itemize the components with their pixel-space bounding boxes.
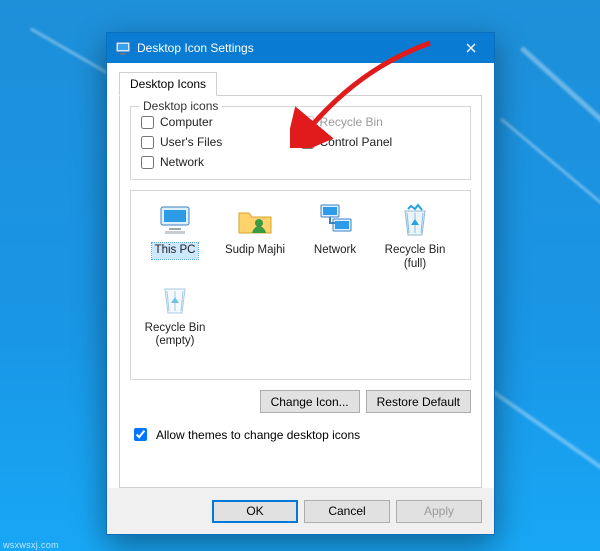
cancel-button[interactable]: Cancel [304, 500, 390, 523]
icon-buttons-row: Change Icon... Restore Default [130, 390, 471, 413]
check-allow-themes-label: Allow themes to change desktop icons [156, 428, 360, 442]
change-icon-button[interactable]: Change Icon... [260, 390, 360, 413]
tab-desktop-icons[interactable]: Desktop Icons [119, 72, 217, 96]
icon-recycle-bin-full[interactable]: Recycle Bin (full) [375, 201, 455, 273]
desktop-background: Desktop Icon Settings Desktop Icons Desk… [0, 0, 600, 551]
ok-button[interactable]: OK [212, 500, 298, 523]
apply-button[interactable]: Apply [396, 500, 482, 523]
check-recycle-bin-box[interactable] [301, 116, 314, 129]
check-allow-themes-box[interactable] [134, 428, 147, 441]
tabpanel-desktop-icons: Desktop icons Computer Recycle Bin Us [119, 95, 482, 488]
icon-recycle-bin-empty-label: Recycle Bin (empty) [142, 321, 209, 351]
window-title: Desktop Icon Settings [137, 41, 448, 55]
check-network-box[interactable] [141, 156, 154, 169]
check-users-files-label: User's Files [160, 135, 222, 149]
check-recycle-bin-label: Recycle Bin [320, 115, 383, 129]
check-computer-label: Computer [160, 115, 213, 129]
desktop-icon-settings-dialog: Desktop Icon Settings Desktop Icons Desk… [106, 32, 495, 535]
check-control-panel[interactable]: Control Panel [301, 135, 461, 149]
check-computer[interactable]: Computer [141, 115, 301, 129]
icon-users-files-label: Sudip Majhi [222, 243, 288, 259]
close-icon [466, 43, 476, 53]
icon-preview-inner: This PC Sudip Majhi Netw [135, 201, 466, 356]
check-allow-themes[interactable]: Allow themes to change desktop icons [130, 425, 471, 444]
decor-ray [520, 46, 600, 358]
decor-ray [500, 118, 600, 326]
user-folder-icon [235, 201, 275, 241]
check-users-files[interactable]: User's Files [141, 135, 301, 149]
check-control-panel-box[interactable] [301, 136, 314, 149]
icon-this-pc-label: This PC [152, 243, 199, 259]
check-users-files-box[interactable] [141, 136, 154, 149]
check-network-label: Network [160, 155, 204, 169]
icon-preview-list[interactable]: This PC Sudip Majhi Netw [130, 190, 471, 380]
icon-network[interactable]: Network [295, 201, 375, 273]
tabstrip: Desktop Icons [119, 71, 482, 95]
watermark: wsxwsxj.com [3, 540, 59, 550]
check-computer-box[interactable] [141, 116, 154, 129]
icon-users-files[interactable]: Sudip Majhi [215, 201, 295, 273]
icon-network-label: Network [311, 243, 359, 259]
app-icon [115, 40, 131, 56]
close-button[interactable] [448, 33, 494, 63]
recycle-bin-empty-icon [155, 279, 195, 319]
this-pc-icon [155, 201, 195, 241]
icon-this-pc[interactable]: This PC [135, 201, 215, 273]
icon-recycle-bin-empty[interactable]: Recycle Bin (empty) [135, 279, 215, 351]
titlebar[interactable]: Desktop Icon Settings [107, 33, 494, 63]
restore-default-button[interactable]: Restore Default [366, 390, 471, 413]
group-legend: Desktop icons [139, 99, 222, 113]
check-recycle-bin[interactable]: Recycle Bin [301, 115, 461, 129]
dialog-footer: OK Cancel Apply [107, 488, 494, 534]
check-control-panel-label: Control Panel [320, 135, 393, 149]
dialog-client-area: Desktop Icons Desktop icons Computer Rec… [107, 63, 494, 488]
check-network[interactable]: Network [141, 155, 301, 169]
group-desktop-icons: Desktop icons Computer Recycle Bin Us [130, 106, 471, 180]
network-icon [315, 201, 355, 241]
icon-recycle-bin-full-label: Recycle Bin (full) [382, 243, 449, 273]
desktop-icons-checkgrid: Computer Recycle Bin User's Files C [141, 115, 460, 169]
recycle-bin-full-icon [395, 201, 435, 241]
